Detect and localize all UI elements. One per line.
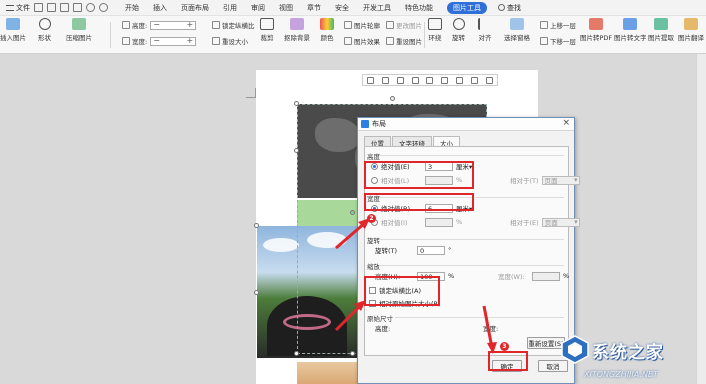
watermark-domain: XITONGZHIJIA.NET <box>584 370 658 379</box>
step-badge-3: 3 <box>500 342 509 351</box>
annotation-arrow <box>335 220 367 250</box>
step-badge-2: 2 <box>367 214 376 223</box>
annotation-arrows <box>334 218 497 354</box>
site-watermark: 系统之家 XITONGZHIJIA.NET <box>560 330 706 384</box>
annotation-arrow <box>482 305 494 349</box>
watermark-brand: 系统之家 <box>592 343 664 363</box>
watermark-logo-icon <box>561 335 589 364</box>
arrow-head <box>487 342 497 354</box>
